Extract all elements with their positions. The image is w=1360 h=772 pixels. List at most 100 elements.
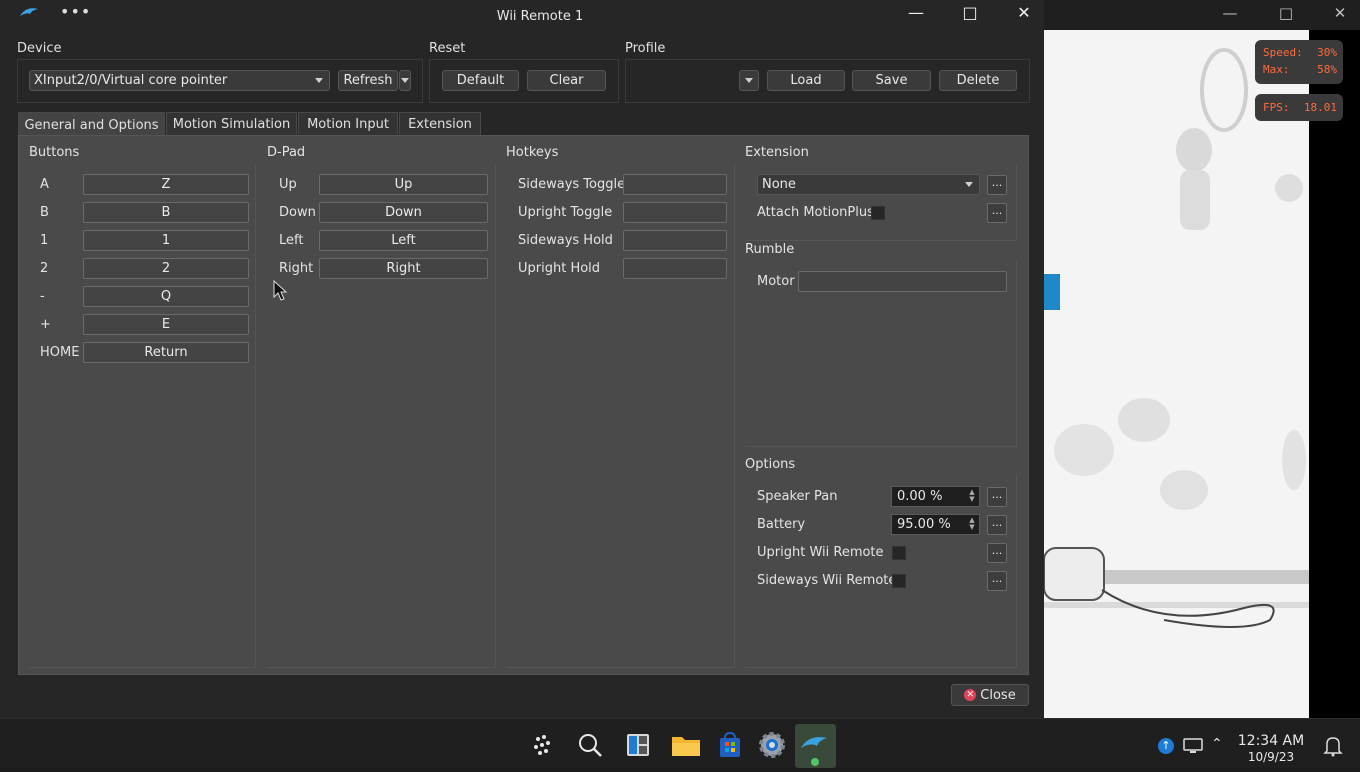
maximize-button[interactable]: □ xyxy=(943,0,997,28)
button-home-mapping[interactable]: Return xyxy=(83,342,249,363)
mouse-cursor-icon xyxy=(273,280,288,301)
button-home-label: HOME xyxy=(40,345,80,360)
clear-button[interactable]: Clear xyxy=(527,70,606,91)
hotkeys-title: Hotkeys xyxy=(506,145,559,160)
store-icon[interactable] xyxy=(710,724,750,766)
hotkey-upright-hold-mapping[interactable] xyxy=(623,258,727,279)
speed-osd: Speed: 30% Max: 58% xyxy=(1255,40,1343,84)
button-b-mapping[interactable]: B xyxy=(83,202,249,223)
attach-motionplus-checkbox[interactable] xyxy=(871,206,885,220)
button-1-label: 1 xyxy=(40,233,49,248)
device-select[interactable]: XInput2/0/Virtual core pointer xyxy=(29,70,330,91)
clock-date: 10/9/23 xyxy=(1247,750,1295,764)
network-icon[interactable] xyxy=(1182,737,1204,755)
game-titlebar: — □ ✕ xyxy=(1044,0,1360,30)
hotkey-sideways-toggle-mapping[interactable] xyxy=(623,174,727,195)
hotkey-upright-hold-label: Upright Hold xyxy=(518,261,601,276)
battery-label: Battery xyxy=(757,517,806,532)
game-minimize-button[interactable]: — xyxy=(1218,0,1242,26)
game-scene-image xyxy=(1044,30,1309,718)
battery-spinbox[interactable]: 95.00 % ▲ ▼ xyxy=(891,514,980,535)
max-label: Max: xyxy=(1263,63,1290,76)
dpad-title: D-Pad xyxy=(267,145,306,160)
sideways-wii-remote-checkbox[interactable] xyxy=(892,574,906,588)
delete-button[interactable]: Delete xyxy=(939,70,1017,91)
close-button-label: Close xyxy=(980,687,1016,703)
save-button[interactable]: Save xyxy=(852,70,931,91)
chevron-down-icon xyxy=(745,78,753,83)
search-icon[interactable] xyxy=(570,724,610,766)
button-minus-mapping[interactable]: Q xyxy=(83,286,249,307)
file-explorer-icon[interactable] xyxy=(666,724,706,766)
refresh-menu-button[interactable] xyxy=(399,70,411,91)
dialog-titlebar[interactable]: ••• Wii Remote 1 — □ ✕ xyxy=(0,0,1044,32)
chevron-down-icon xyxy=(965,182,973,187)
speaker-pan-spinbox[interactable]: 0.00 % ▲ ▼ xyxy=(891,486,980,507)
device-label: Device xyxy=(17,41,62,56)
task-view-icon[interactable] xyxy=(618,724,658,766)
device-select-value: XInput2/0/Virtual core pointer xyxy=(34,73,228,88)
game-viewport[interactable] xyxy=(1044,30,1309,718)
battery-more-button[interactable]: ... xyxy=(987,515,1007,535)
minimize-button[interactable]: — xyxy=(889,0,943,28)
chevron-down-icon xyxy=(315,78,323,83)
fps-label: FPS: xyxy=(1263,101,1290,114)
load-button[interactable]: Load xyxy=(767,70,845,91)
tab-motion-simulation[interactable]: Motion Simulation xyxy=(166,112,297,136)
attach-motionplus-more-button[interactable]: ... xyxy=(987,203,1007,223)
profile-select[interactable] xyxy=(739,70,759,91)
reset-label: Reset xyxy=(429,41,466,56)
refresh-button[interactable]: Refresh xyxy=(338,70,398,91)
dpad-left-mapping[interactable]: Left xyxy=(319,230,488,251)
notification-bell-icon[interactable] xyxy=(1323,735,1343,761)
dpad-left-label: Left xyxy=(279,233,304,248)
button-a-label: A xyxy=(40,177,49,192)
options-title: Options xyxy=(745,457,796,472)
tab-extension[interactable]: Extension xyxy=(399,112,481,136)
button-minus-label: - xyxy=(40,289,45,304)
fps-value: 18.01 xyxy=(1303,101,1337,114)
game-close-button[interactable]: ✕ xyxy=(1328,0,1352,26)
dpad-right-label: Right xyxy=(279,261,314,276)
motor-mapping[interactable] xyxy=(798,271,1007,292)
settings-gear-icon[interactable] xyxy=(752,724,792,766)
button-2-label: 2 xyxy=(40,261,49,276)
speed-label: Speed: xyxy=(1263,46,1303,59)
tab-motion-input[interactable]: Motion Input xyxy=(298,112,398,136)
tab-general-and-options[interactable]: General and Options xyxy=(18,112,165,137)
extension-more-button[interactable]: ... xyxy=(987,175,1007,195)
button-1-mapping[interactable]: 1 xyxy=(83,230,249,251)
taskbar-clock[interactable]: 12:34 AM 10/9/23 xyxy=(1236,733,1306,765)
game-maximize-button[interactable]: □ xyxy=(1274,0,1298,26)
spin-arrows-icon[interactable]: ▲ ▼ xyxy=(967,489,977,504)
tray-expand-chevron-up-icon[interactable]: ⌃ xyxy=(1211,736,1223,752)
hotkey-upright-toggle-mapping[interactable] xyxy=(623,202,727,223)
chevron-down-icon xyxy=(401,78,409,83)
dolphin-taskbar-button[interactable] xyxy=(795,724,836,768)
dpad-right-mapping[interactable]: Right xyxy=(319,258,488,279)
start-icon[interactable] xyxy=(522,724,562,766)
sideways-more-button[interactable]: ... xyxy=(987,571,1007,591)
close-window-button[interactable]: ✕ xyxy=(997,0,1051,28)
hotkey-sideways-hold-mapping[interactable] xyxy=(623,230,727,251)
extension-select[interactable]: None xyxy=(757,174,980,195)
dpad-down-mapping[interactable]: Down xyxy=(319,202,488,223)
dpad-up-mapping[interactable]: Up xyxy=(319,174,488,195)
hotkey-upright-toggle-label: Upright Toggle xyxy=(518,205,613,220)
speaker-pan-value: 0.00 % xyxy=(897,489,943,504)
speaker-pan-more-button[interactable]: ... xyxy=(987,487,1007,507)
upright-more-button[interactable]: ... xyxy=(987,543,1007,563)
spin-arrows-icon[interactable]: ▲ ▼ xyxy=(967,517,977,532)
hotkey-sideways-hold-label: Sideways Hold xyxy=(518,233,613,248)
button-plus-mapping[interactable]: E xyxy=(83,314,249,335)
rumble-title: Rumble xyxy=(745,242,795,257)
button-b-label: B xyxy=(40,205,49,220)
upright-wii-remote-checkbox[interactable] xyxy=(892,546,906,560)
default-button[interactable]: Default xyxy=(442,70,519,91)
speed-value: 30% xyxy=(1317,46,1337,59)
update-icon[interactable]: ↑ xyxy=(1158,738,1174,754)
button-a-mapping[interactable]: Z xyxy=(83,174,249,195)
button-2-mapping[interactable]: 2 xyxy=(83,258,249,279)
close-button[interactable]: ✕ Close xyxy=(951,684,1029,706)
motor-label: Motor xyxy=(757,274,795,289)
